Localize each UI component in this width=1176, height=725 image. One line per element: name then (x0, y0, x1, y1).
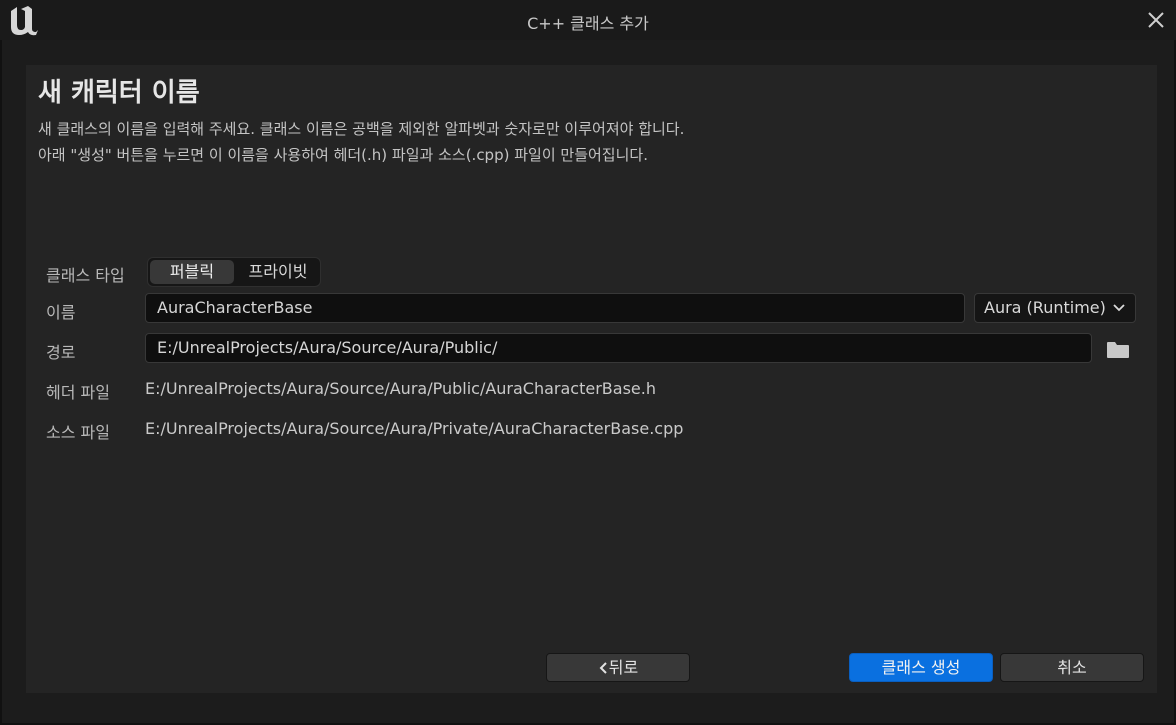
title-bar: C++ 클래스 추가 (0, 0, 1176, 40)
source-file-label: 소스 파일 (46, 423, 110, 442)
back-button[interactable]: 뒤로 (546, 653, 690, 682)
cancel-button[interactable]: 취소 (1000, 653, 1144, 682)
source-file-path: E:/UnrealProjects/Aura/Source/Aura/Priva… (145, 419, 684, 438)
class-type-label: 클래스 타입 (46, 266, 125, 285)
header-file-path: E:/UnrealProjects/Aura/Source/Aura/Publi… (145, 379, 656, 398)
folder-icon[interactable] (1106, 341, 1130, 359)
window-title: C++ 클래스 추가 (527, 14, 649, 33)
description-line-2: 아래 "생성" 버튼을 누르면 이 이름을 사용하여 헤더(.h) 파일과 소스… (38, 146, 648, 164)
class-type-public-option[interactable]: 퍼블릭 (150, 260, 234, 284)
path-input[interactable]: E:/UnrealProjects/Aura/Source/Aura/Publi… (145, 333, 1092, 363)
class-name-input[interactable]: AuraCharacterBase (145, 293, 965, 323)
description-line-1: 새 클래스의 이름을 입력해 주세요. 클래스 이름은 공백을 제외한 알파벳과… (38, 120, 685, 138)
page-title: 새 캐릭터 이름 (38, 78, 200, 108)
path-label: 경로 (46, 343, 76, 362)
module-dropdown[interactable]: Aura (Runtime) (974, 293, 1136, 323)
header-file-label: 헤더 파일 (46, 383, 110, 402)
close-icon[interactable] (1144, 8, 1168, 32)
class-type-toggle: 퍼블릭 프라이빗 (147, 257, 321, 287)
back-button-label: 뒤로 (608, 658, 639, 677)
class-type-private-option[interactable]: 프라이빗 (236, 260, 320, 284)
module-dropdown-value: Aura (Runtime) (984, 298, 1106, 317)
name-label: 이름 (46, 303, 76, 322)
chevron-down-icon (1113, 304, 1125, 312)
create-class-button[interactable]: 클래스 생성 (849, 653, 993, 682)
chevron-left-icon (599, 662, 607, 674)
